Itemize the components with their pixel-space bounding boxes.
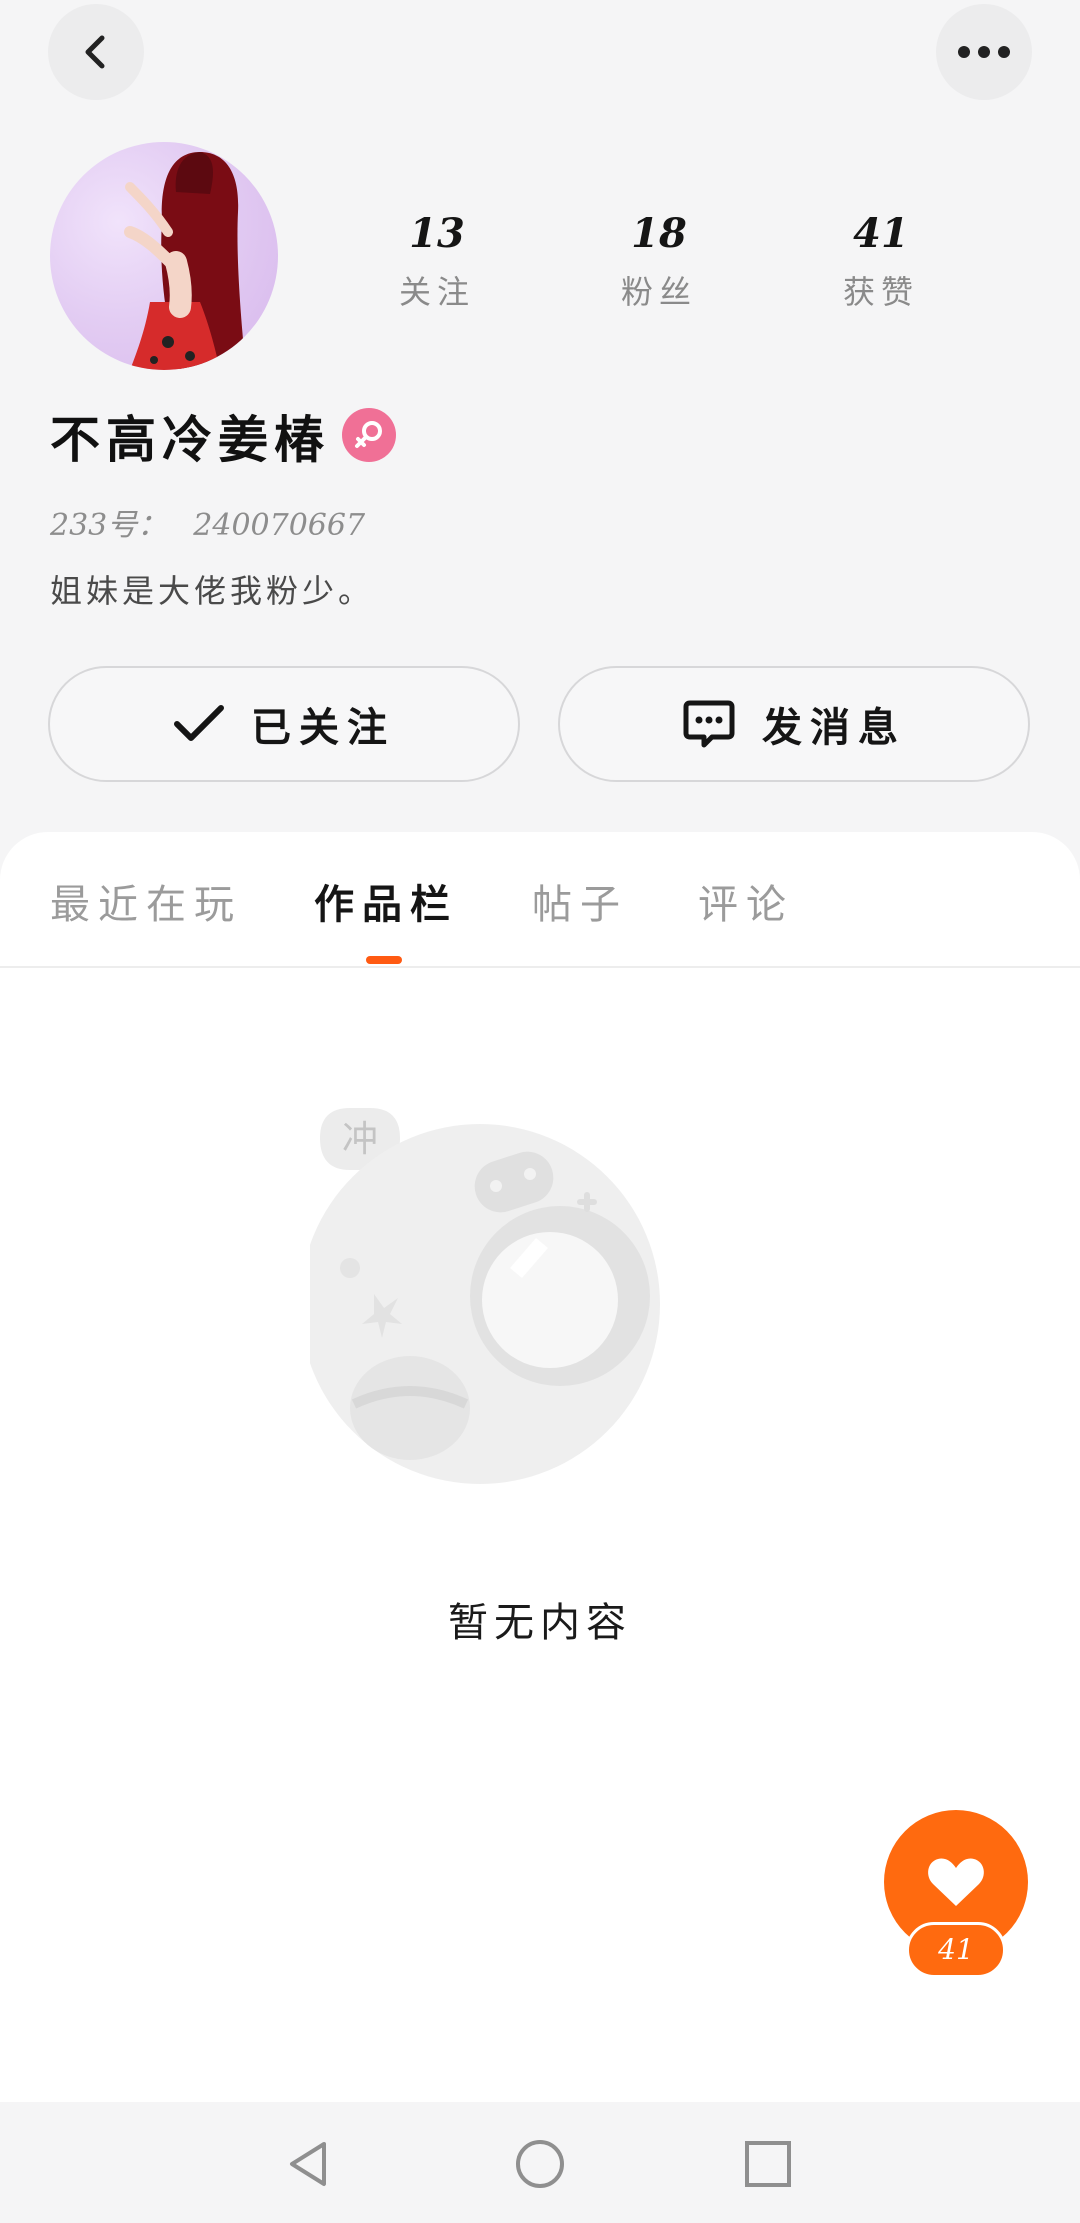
- check-icon: [174, 705, 224, 741]
- more-dots-icon: [958, 46, 1010, 58]
- system-nav-bar: [0, 2102, 1080, 2223]
- empty-state-text: 暂无内容: [448, 1600, 632, 1646]
- female-icon: [355, 421, 382, 448]
- following-stat[interactable]: 13 关注: [357, 206, 517, 322]
- profile-bio: 姐妹是大佬我粉少。: [50, 572, 375, 610]
- nav-home-icon[interactable]: [514, 2138, 566, 2190]
- tab-posts[interactable]: 帖子: [532, 872, 628, 930]
- nav-recents-icon[interactable]: [742, 2138, 794, 2190]
- nav-back-icon[interactable]: [282, 2138, 334, 2190]
- user-id-label: 233号：: [50, 508, 168, 543]
- chevron-left-icon: [85, 35, 105, 69]
- like-count-badge: 41: [906, 1922, 1006, 1978]
- following-label: 关注: [398, 273, 475, 311]
- user-id-value: 240070667: [193, 508, 366, 543]
- following-count: 13: [409, 210, 465, 257]
- follow-button[interactable]: 已关注: [48, 666, 520, 782]
- avatar[interactable]: [50, 142, 278, 370]
- likes-stat[interactable]: 41 获赞: [801, 206, 961, 322]
- message-button[interactable]: 发消息: [558, 666, 1030, 782]
- empty-illustration: 冲: [300, 1108, 730, 1508]
- user-id: 233号： 240070667: [50, 500, 365, 544]
- fans-count: 18: [631, 210, 687, 257]
- follow-button-label: 已关注: [251, 704, 395, 751]
- likes-label: 获赞: [842, 273, 919, 311]
- active-tab-indicator: [366, 956, 402, 964]
- tab-bar: 最近在玩 作品栏 帖子 评论: [0, 832, 1080, 968]
- avatar-illustration: [124, 152, 246, 370]
- fans-label: 粉丝: [620, 273, 697, 311]
- message-button-label: 发消息: [762, 704, 906, 751]
- empty-bubble-text: 冲: [342, 1119, 378, 1160]
- fans-stat[interactable]: 18 粉丝: [579, 206, 739, 322]
- more-button[interactable]: [936, 4, 1032, 100]
- tab-works[interactable]: 作品栏: [314, 872, 458, 930]
- back-button[interactable]: [48, 4, 144, 100]
- gender-badge: [342, 408, 396, 462]
- profile-name: 不高冷姜椿: [50, 410, 330, 469]
- tab-recently-played[interactable]: 最近在玩: [50, 872, 242, 930]
- heart-icon: [928, 1858, 984, 1906]
- tab-comments[interactable]: 评论: [698, 872, 794, 930]
- message-icon: [683, 700, 735, 748]
- likes-count: 41: [853, 210, 909, 257]
